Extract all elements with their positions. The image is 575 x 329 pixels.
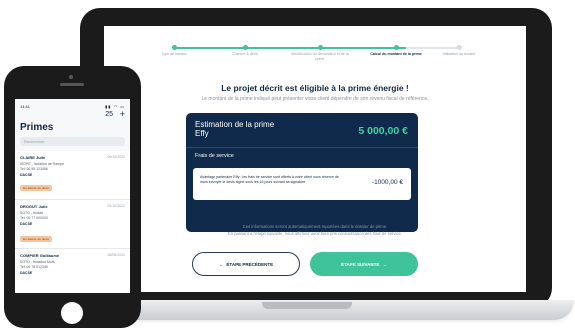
arrow-left-icon: ← bbox=[218, 261, 224, 267]
discount-amount: -1000,00 € bbox=[371, 179, 403, 186]
step-label: Calcul du montant de la prime bbox=[370, 52, 422, 56]
step-label: Identification du demandeur et de la pri… bbox=[291, 52, 349, 61]
item-line: Tel: 06 55 123456 bbox=[20, 167, 48, 171]
status-badge: En attente du devis bbox=[20, 236, 52, 242]
fees-label: Frais de service bbox=[195, 153, 234, 159]
laptop-screen: Type de travaux Chantier & devis Identif… bbox=[104, 26, 526, 292]
step-dot bbox=[393, 45, 399, 50]
phone-page-title: Primes bbox=[20, 122, 54, 133]
item-date: 01/10/2021 bbox=[107, 204, 125, 208]
item-line: SOTO - Isolation Murs bbox=[20, 260, 55, 264]
step-dot bbox=[242, 45, 248, 50]
arrow-right-icon: → bbox=[382, 261, 387, 267]
estimate-amount: 5 000,00 € bbox=[358, 125, 408, 137]
status-time: 14:41 bbox=[20, 104, 31, 109]
card-divider bbox=[186, 147, 418, 148]
page-subtitle: Le montant de la prime indiqué peut prés… bbox=[201, 96, 429, 102]
laptop-notch bbox=[262, 302, 352, 309]
step-dot bbox=[317, 45, 323, 50]
item-date: 05/10/2021 bbox=[107, 155, 125, 159]
list-item[interactable]: COMPIER Guillaume 28/09/2021 SOTO - Isol… bbox=[15, 249, 130, 293]
step-label: Type de travaux bbox=[161, 52, 187, 56]
list-item[interactable]: CLAIRE Julie 05/10/2021 ISOPE - Isolatio… bbox=[15, 151, 130, 200]
item-line: Tel: 05 77 000000 bbox=[20, 216, 48, 220]
item-status: DACSE bbox=[20, 222, 33, 226]
estimate-card: Estimation de la prime Effy 5 000,00 € F… bbox=[186, 113, 418, 232]
footnote: Ces informations seront automatiquement … bbox=[104, 224, 526, 237]
status-badge: En attente du devis bbox=[20, 185, 52, 191]
previous-step-button[interactable]: ← ÉTAPE PRÉCÉDENTE bbox=[192, 252, 300, 276]
step-dot bbox=[171, 45, 177, 50]
speaker-icon bbox=[60, 83, 84, 86]
step-label: Chantier & devis bbox=[231, 52, 259, 56]
search-input[interactable]: Rechercher bbox=[20, 137, 125, 146]
step-5[interactable]: Validation du dossier bbox=[429, 43, 489, 57]
next-step-label: ÉTAPE SUIVANTE bbox=[341, 261, 380, 267]
step-2[interactable]: Chantier & devis bbox=[215, 43, 275, 57]
item-name: COMPIER Guillaume bbox=[20, 253, 60, 258]
camera-icon bbox=[69, 75, 73, 79]
discount-box: Avantage partenaire Effy : les frais de … bbox=[193, 168, 411, 200]
list-item[interactable]: DROGUT Julie 01/10/2021 SOTO - Isolian T… bbox=[15, 200, 130, 249]
previous-step-label: ÉTAPE PRÉCÉDENTE bbox=[226, 261, 274, 267]
item-date: 28/09/2021 bbox=[107, 253, 125, 257]
primes-count: 25 bbox=[105, 111, 113, 118]
page-title: Le projet décrit est éligible à la prime… bbox=[221, 83, 409, 93]
step-3[interactable]: Identification du demandeur et de la pri… bbox=[290, 43, 350, 61]
step-dot bbox=[456, 45, 462, 50]
step-label: Validation du dossier bbox=[442, 52, 476, 56]
item-line: SOTO - Isolian bbox=[20, 211, 44, 215]
item-line: ISOPE - Isolation de Rampe bbox=[20, 162, 64, 166]
footnote-line-2: En passant à l'étape suivante, vous affi… bbox=[227, 230, 403, 236]
item-status: DACSE bbox=[20, 271, 33, 275]
item-status: DACSE bbox=[20, 173, 33, 177]
estimate-label: Estimation de la prime Effy bbox=[195, 120, 275, 138]
step-4[interactable]: Calcul du montant de la prime bbox=[366, 43, 426, 57]
home-button[interactable] bbox=[61, 302, 83, 324]
phone-screen: 14:41 ▮▮ ◠ ▭ 25 + Primes Rechercher CLAI… bbox=[15, 99, 130, 293]
item-line: Tel: 06 78 012345 bbox=[20, 265, 48, 269]
add-prime-button[interactable]: + bbox=[120, 109, 125, 119]
phone-frame: 14:41 ▮▮ ◠ ▭ 25 + Primes Rechercher CLAI… bbox=[4, 66, 141, 328]
next-step-button[interactable]: ÉTAPE SUIVANTE → bbox=[310, 252, 418, 276]
discount-text: Avantage partenaire Effy : les frais de … bbox=[200, 175, 339, 184]
step-1[interactable]: Type de travaux bbox=[144, 43, 204, 57]
item-name: CLAIRE Julie bbox=[20, 155, 46, 160]
progress-stepper: Type de travaux Chantier & devis Identif… bbox=[161, 43, 476, 69]
item-name: DROGUT Julie bbox=[20, 204, 48, 209]
